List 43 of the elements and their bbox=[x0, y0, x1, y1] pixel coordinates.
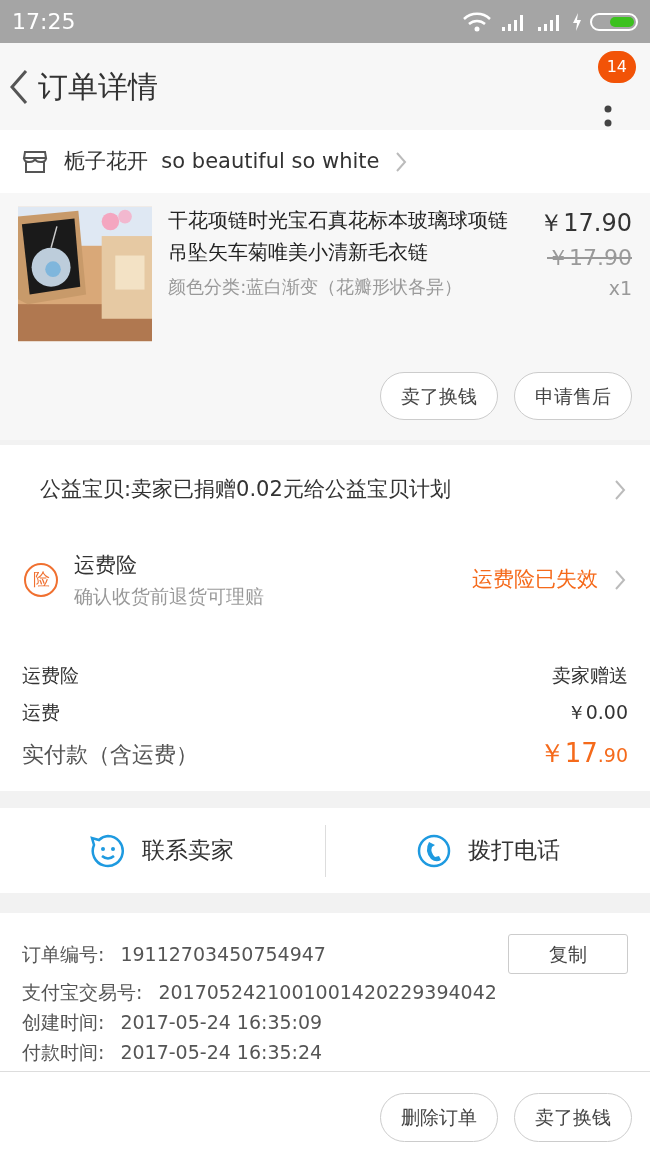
chevron-right-icon[interactable] bbox=[614, 569, 626, 591]
page-title: 订单详情 bbox=[38, 68, 158, 106]
total-label: 实付款（含运费） bbox=[22, 741, 198, 769]
info-value: 2017-05-24 16:35:09 bbox=[120, 1009, 323, 1035]
action-button[interactable]: 卖了换钱 bbox=[514, 1093, 632, 1142]
info-value: 2017052421001001420229394042 bbox=[158, 979, 497, 1005]
insurance-title: 运费险 bbox=[74, 552, 138, 579]
fee-value: ￥0.00 bbox=[566, 699, 628, 725]
info-label: 创建时间: bbox=[22, 1009, 105, 1035]
fee-label: 运费险 bbox=[22, 663, 79, 688]
copy-button[interactable]: 复制 bbox=[508, 933, 628, 975]
chat-face-icon bbox=[90, 832, 127, 869]
info-label: 付款时间: bbox=[22, 1039, 105, 1065]
insurance-icon: 险 bbox=[24, 563, 58, 597]
charging-icon bbox=[572, 11, 582, 32]
store-icon bbox=[22, 149, 48, 174]
notification-badge: 14 bbox=[597, 51, 636, 83]
action-button[interactable]: 申请售后 bbox=[514, 371, 632, 420]
total-amount: ￥17.90 bbox=[538, 737, 628, 770]
chevron-right-icon[interactable] bbox=[395, 150, 408, 173]
battery-icon bbox=[590, 11, 638, 32]
contact-link[interactable]: 联系卖家 bbox=[142, 833, 235, 868]
fee-label: 运费 bbox=[22, 699, 60, 725]
action-button[interactable]: 卖了换钱 bbox=[380, 371, 498, 420]
phone-icon bbox=[415, 832, 452, 869]
contact-link[interactable]: 拨打电话 bbox=[467, 833, 560, 868]
wifi-icon bbox=[462, 10, 492, 33]
clock-text: 17:25 bbox=[12, 8, 76, 36]
original-price: ￥17.90 bbox=[547, 244, 632, 272]
insurance-subtitle: 确认收货前退货可理赔 bbox=[74, 583, 265, 609]
fee-value: 卖家赠送 bbox=[552, 663, 628, 688]
info-label: 支付宝交易号: bbox=[22, 979, 143, 1005]
info-value: 19112703450754947 bbox=[120, 941, 326, 967]
product-price: ￥17.90 bbox=[539, 208, 632, 239]
info-value: 2017-05-24 16:35:24 bbox=[120, 1039, 323, 1065]
product-title[interactable]: 干花项链时光宝石真花标本玻璃球项链吊坠矢车菊唯美小清新毛衣链 bbox=[168, 205, 524, 269]
info-label: 订单编号: bbox=[22, 941, 105, 967]
chevron-right-icon[interactable] bbox=[614, 479, 626, 501]
product-variant: 颜色分类:蓝白渐变（花瓣形状各异） bbox=[168, 275, 464, 299]
quantity: x1 bbox=[608, 276, 632, 301]
charity-text: 公益宝贝:卖家已捐赠0.02元给公益宝贝计划 bbox=[40, 476, 451, 504]
back-icon[interactable] bbox=[8, 68, 30, 105]
action-button[interactable]: 删除订单 bbox=[380, 1093, 498, 1142]
